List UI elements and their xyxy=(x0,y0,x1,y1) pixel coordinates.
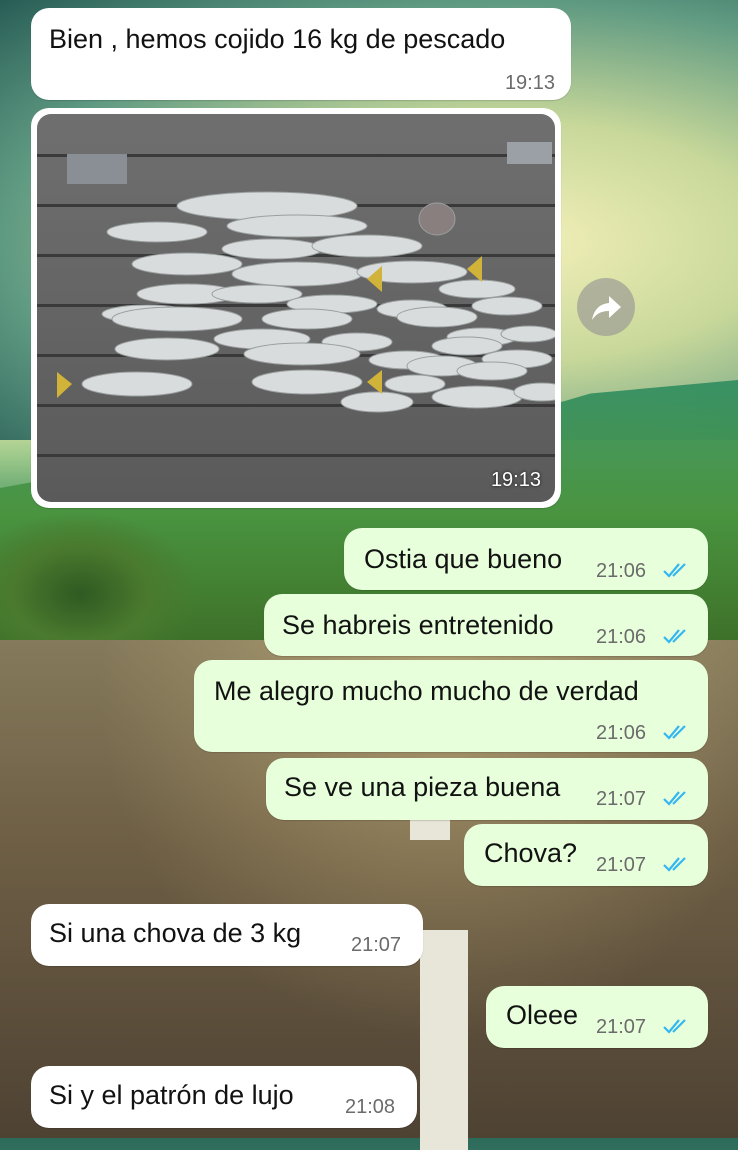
chat-message-outgoing[interactable]: Ostia que bueno 21:06 xyxy=(344,528,708,590)
message-text: Ostia que bueno xyxy=(364,544,563,574)
road-marking xyxy=(410,820,450,840)
message-time: 21:06 xyxy=(596,560,647,582)
message-time: 21:07 xyxy=(596,1016,647,1038)
message-time: 21:07 xyxy=(596,788,647,810)
forward-arrow-icon xyxy=(592,296,621,320)
chat-message-photo[interactable]: 19:13 xyxy=(31,108,561,508)
double-check-icon xyxy=(663,725,686,740)
double-check-icon xyxy=(663,857,686,872)
chat-message-outgoing[interactable]: Se habreis entretenido 21:06 xyxy=(264,594,708,656)
message-time: 21:06 xyxy=(596,722,647,744)
double-check-icon xyxy=(663,629,686,644)
message-time: 21:07 xyxy=(596,854,647,876)
chat-message-incoming[interactable]: Bien , hemos cojido 16 kg de pescado 19:… xyxy=(31,8,571,100)
chat-message-incoming[interactable]: Si una chova de 3 kg 21:07 xyxy=(31,904,423,966)
wallpaper-trees xyxy=(0,510,200,650)
forward-button[interactable] xyxy=(577,278,635,336)
chat-message-outgoing[interactable]: Oleee 21:07 xyxy=(486,986,708,1048)
message-text: Bien , hemos cojido 16 kg de pescado xyxy=(49,24,506,54)
message-time: 21:08 xyxy=(345,1096,396,1118)
double-check-icon xyxy=(663,563,686,578)
chat-message-incoming[interactable]: Si y el patrón de lujo 21:08 xyxy=(31,1066,417,1128)
chat-message-outgoing[interactable]: Se ve una pieza buena 21:07 xyxy=(266,758,708,820)
message-text: Si una chova de 3 kg xyxy=(49,918,302,948)
message-time: 21:06 xyxy=(596,626,647,648)
message-time: 21:07 xyxy=(351,934,402,956)
message-text: Me alegro mucho mucho de verdad xyxy=(214,676,639,706)
message-text: Se ve una pieza buena xyxy=(284,772,561,802)
message-time: 19:13 xyxy=(504,72,555,94)
double-check-icon xyxy=(663,1019,686,1034)
fish-pile-graphic xyxy=(57,142,555,413)
message-text: Se habreis entretenido xyxy=(282,610,554,640)
road-marking xyxy=(420,930,468,1150)
double-check-icon xyxy=(663,791,686,806)
photo-fish-on-dock[interactable]: 19:13 xyxy=(37,114,555,502)
chat-message-outgoing[interactable]: Me alegro mucho mucho de verdad 21:06 xyxy=(194,660,708,752)
message-text: Si y el patrón de lujo xyxy=(49,1080,294,1110)
photo-time: 19:13 xyxy=(490,469,541,491)
message-text: Oleee xyxy=(506,1000,579,1030)
message-text: Chova? xyxy=(484,838,578,868)
chat-message-outgoing[interactable]: Chova? 21:07 xyxy=(464,824,708,886)
